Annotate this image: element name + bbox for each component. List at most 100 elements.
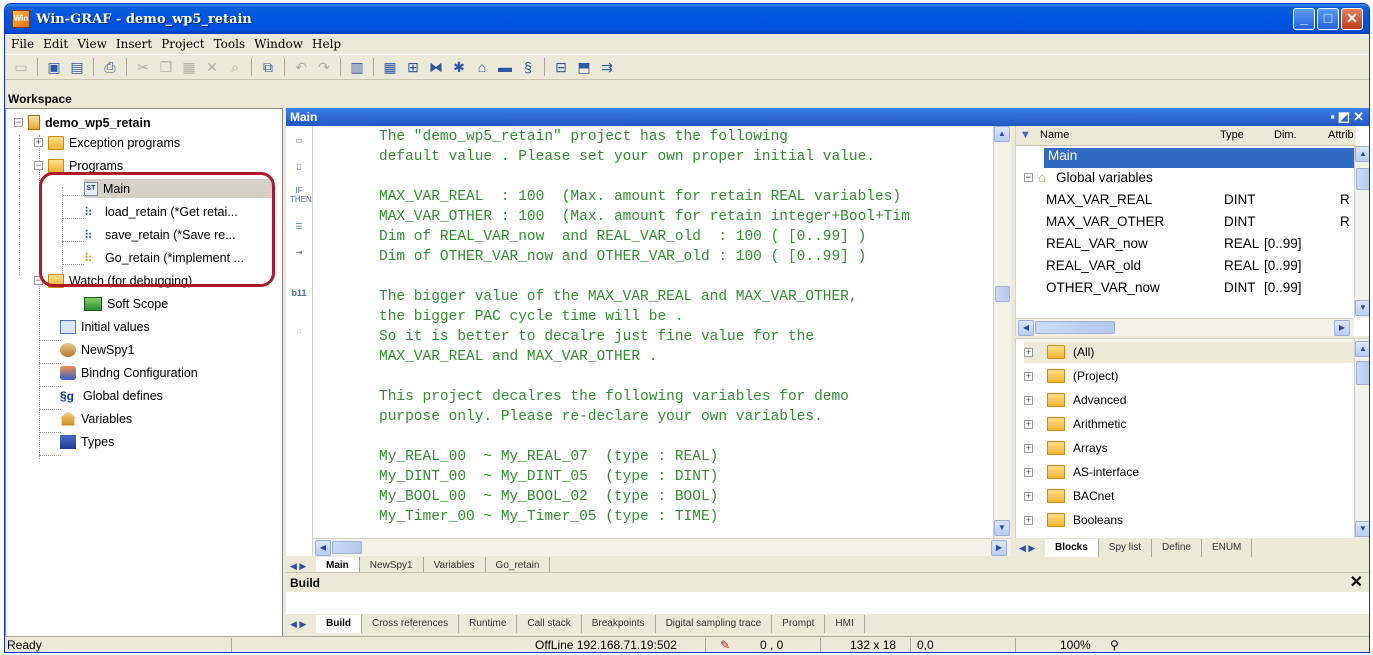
scroll-thumb[interactable]	[995, 286, 1010, 302]
save-icon[interactable]: ▣	[44, 57, 64, 77]
tab-spy-list[interactable]: Spy list	[1099, 539, 1153, 557]
tab-nav-arrows[interactable]: ◀ ▶	[290, 561, 312, 572]
scroll-left-icon[interactable]: ◀	[315, 540, 331, 556]
insert-block-icon[interactable]: ▯	[290, 162, 308, 180]
print-icon[interactable]: ⎙	[100, 57, 120, 77]
copy-icon[interactable]: ❐	[156, 57, 176, 77]
variable-row[interactable]: REAL_VAR_now REAL [0..99]	[1046, 236, 1356, 256]
block-folder-arrays[interactable]: + Arrays	[1024, 437, 1108, 459]
tab-cross-references[interactable]: Cross references	[362, 615, 460, 633]
tree-item-newspy1[interactable]: NewSpy1	[60, 340, 135, 359]
minimize-button[interactable]: _	[1293, 8, 1315, 30]
tree-item-watch[interactable]: − Watch (for debugging)	[34, 271, 192, 290]
run-icon[interactable]: ⇉	[597, 57, 617, 77]
scroll-thumb[interactable]	[1035, 321, 1115, 334]
indent-icon[interactable]: ⇥	[290, 248, 308, 266]
tab-enum[interactable]: ENUM	[1202, 539, 1253, 557]
tab-runtime[interactable]: Runtime	[459, 615, 518, 633]
menu-tools[interactable]: Tools	[211, 37, 252, 51]
column-type[interactable]: Type	[1220, 129, 1244, 141]
expand-icon[interactable]: +	[1024, 347, 1033, 357]
tree-item-global-defines[interactable]: §g Global defines	[60, 386, 163, 405]
undo-icon[interactable]: ↶	[291, 57, 311, 77]
compile-icon[interactable]: ⬒	[574, 57, 594, 77]
variable-row[interactable]: REAL_VAR_old REAL [0..99]	[1046, 258, 1356, 278]
variables-horizontal-scrollbar[interactable]: ◀ ▶	[1016, 318, 1354, 336]
collapse-icon[interactable]: −	[1024, 173, 1033, 182]
tree-root-project[interactable]: − demo_wp5_retain	[14, 113, 151, 132]
variables-row-main[interactable]: Main	[1044, 148, 1354, 168]
scroll-right-icon[interactable]: ▶	[991, 540, 1007, 556]
tab-nav-arrows[interactable]: ◀ ▶	[290, 619, 312, 630]
tree-item-initial-values[interactable]: Initial values	[60, 317, 150, 336]
tab-call-stack[interactable]: Call stack	[517, 615, 582, 633]
block-folder-arithmetic[interactable]: + Arithmetic	[1024, 413, 1126, 435]
menu-project[interactable]: Project	[158, 37, 210, 51]
tab-build[interactable]: Build	[316, 615, 362, 633]
tab-digital-sampling-trace[interactable]: Digital sampling trace	[656, 615, 773, 633]
save-all-icon[interactable]: ▤	[67, 57, 87, 77]
variables-vertical-scrollbar[interactable]: ▲ ▼	[1354, 146, 1369, 318]
tree-item-binding[interactable]: Bindng Configuration	[60, 363, 198, 382]
collapse-icon[interactable]: −	[34, 276, 43, 285]
tree-item-types[interactable]: Types	[60, 432, 114, 451]
insert-step-icon[interactable]: ▭	[290, 136, 308, 154]
block-folder-all[interactable]: + (All)	[1024, 341, 1354, 363]
tree-item-save-retain[interactable]: ⠷ save_retain (*Save re...	[84, 225, 236, 244]
pane-controls[interactable]: ▪◩✕	[1330, 108, 1367, 126]
variable-row[interactable]: MAX_VAR_OTHER DINT R	[1046, 214, 1356, 234]
bug-icon[interactable]: ✱	[449, 57, 469, 77]
menu-file[interactable]: File	[8, 37, 40, 51]
editor-horizontal-scrollbar[interactable]: ◀ ▶	[313, 538, 1011, 556]
blocks-vertical-scrollbar[interactable]: ▲ ▼	[1354, 339, 1369, 539]
block-folder-as-interface[interactable]: + AS-interface	[1024, 461, 1139, 483]
menu-window[interactable]: Window	[251, 37, 309, 51]
column-dim[interactable]: Dim.	[1274, 129, 1297, 141]
menu-view[interactable]: View	[74, 37, 113, 51]
column-attrib[interactable]: Attrib	[1328, 129, 1354, 141]
menu-insert[interactable]: Insert	[113, 37, 158, 51]
scroll-thumb[interactable]	[1356, 168, 1369, 190]
block-folder-booleans[interactable]: + Booleans	[1024, 509, 1123, 531]
if-then-icon[interactable]: IF THEN	[290, 186, 312, 204]
tree-item-exception-programs[interactable]: + Exception programs	[34, 133, 180, 152]
build-output[interactable]	[286, 592, 1369, 616]
global-define-icon[interactable]: §	[518, 57, 538, 77]
table-icon[interactable]: ▦	[380, 57, 400, 77]
build-icon[interactable]: ▥	[347, 57, 367, 77]
types-icon[interactable]: ▬	[495, 57, 515, 77]
tree-item-programs[interactable]: − Programs	[34, 156, 123, 175]
collapse-icon[interactable]: −	[14, 118, 23, 127]
home-icon[interactable]: ⌂	[472, 57, 492, 77]
expand-icon[interactable]: +	[1024, 419, 1033, 429]
expand-icon[interactable]: +	[1024, 491, 1033, 501]
maximize-button[interactable]: □	[1317, 8, 1339, 30]
close-icon[interactable]: ✕	[1350, 573, 1363, 593]
scroll-up-icon[interactable]: ▲	[994, 126, 1010, 142]
tab-nav-arrows[interactable]: ◀ ▶	[1019, 543, 1041, 554]
tree-item-soft-scope[interactable]: Soft Scope	[84, 294, 168, 313]
list-icon[interactable]: ☰	[290, 222, 308, 240]
expand-icon[interactable]: +	[1024, 467, 1033, 477]
block-folder-project[interactable]: + (Project)	[1024, 365, 1118, 387]
code-editor[interactable]: The "demo_wp5_retain" project has the fo…	[313, 126, 993, 538]
tab-breakpoints[interactable]: Breakpoints	[582, 615, 656, 633]
comment-icon[interactable]: ⌂	[290, 326, 308, 344]
column-name[interactable]: Name	[1040, 129, 1069, 141]
tab-blocks[interactable]: Blocks	[1045, 539, 1099, 557]
global-variables-group[interactable]: − ⌂ Global variables	[1024, 170, 1344, 190]
hierarchy-icon[interactable]: ⊞	[403, 57, 423, 77]
find-icon[interactable]: ⌕	[225, 57, 245, 77]
paste-icon[interactable]: ▦	[179, 57, 199, 77]
editor-vertical-scrollbar[interactable]: ▲ ▼	[993, 126, 1011, 538]
new-icon[interactable]: ▭	[11, 57, 31, 77]
variable-icon[interactable]: b11	[290, 288, 308, 306]
scroll-down-icon[interactable]: ▼	[1355, 521, 1369, 537]
menu-help[interactable]: Help	[309, 37, 347, 51]
close-button[interactable]: ✕	[1341, 8, 1363, 30]
cut-icon[interactable]: ✂	[133, 57, 153, 77]
block-folder-bacnet[interactable]: + BACnet	[1024, 485, 1114, 507]
expand-icon[interactable]: +	[34, 138, 43, 147]
expand-icon[interactable]: +	[1024, 395, 1033, 405]
scroll-down-icon[interactable]: ▼	[1355, 300, 1369, 316]
